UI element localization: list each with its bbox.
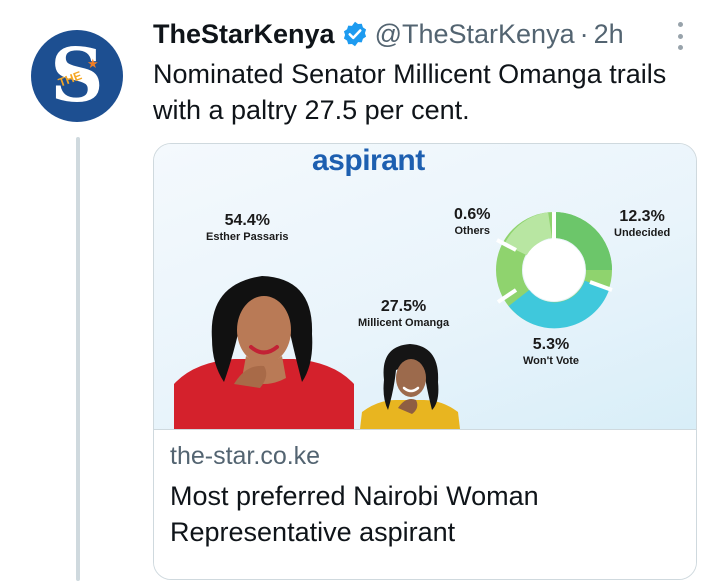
donut-name: Won't Vote [523,355,579,367]
donut-pct: 12.3% [619,208,665,225]
avatar[interactable]: S THE ★ [31,30,123,122]
display-name[interactable]: TheStarKenya [153,14,335,54]
candidate-photo [174,276,354,429]
link-card[interactable]: aspirant 54.4% Esther Passaris 27.5% Mil… [153,143,697,580]
candidate-name: Esther Passaris [206,231,289,243]
verified-badge-icon [341,20,369,48]
card-image[interactable]: aspirant 54.4% Esther Passaris 27.5% Mil… [154,144,696,429]
donut-label: 0.6% Others [454,206,490,239]
timestamp[interactable]: 2h [594,14,624,54]
donut-name: Others [454,225,490,237]
donut-pct: 0.6% [454,206,491,223]
tweet-header: TheStarKenya @TheStarKenya · 2h [153,14,624,54]
candidate-name: Millicent Omanga [358,317,450,329]
star-icon: ★ [87,56,99,71]
handle[interactable]: @TheStarKenya [375,14,575,54]
candidate-pct: 27.5% [380,298,427,315]
donut-pct: 5.3% [532,336,570,353]
donut-chart [496,212,613,329]
candidate-photo [360,344,460,429]
image-headline: aspirant [312,144,425,177]
tweet-text: Nominated Senator Millicent Omanga trail… [153,59,667,125]
donut-label: 5.3% Won't Vote [523,336,579,369]
candidate-stat: 54.4% Esther Passaris [206,212,289,245]
card-title[interactable]: Most preferred Nairobi Woman Representat… [170,478,670,550]
candidate-pct: 54.4% [224,212,270,229]
thread-line [76,137,80,581]
card-meta[interactable]: the-star.co.ke Most preferred Nairobi Wo… [154,429,696,579]
more-options-icon[interactable] [676,22,684,50]
donut-label: 12.3% Undecided [614,208,670,241]
donut-name: Undecided [614,227,671,239]
separator: · [579,19,589,49]
candidate-stat: 27.5% Millicent Omanga [358,298,449,331]
card-domain: the-star.co.ke [170,442,321,470]
